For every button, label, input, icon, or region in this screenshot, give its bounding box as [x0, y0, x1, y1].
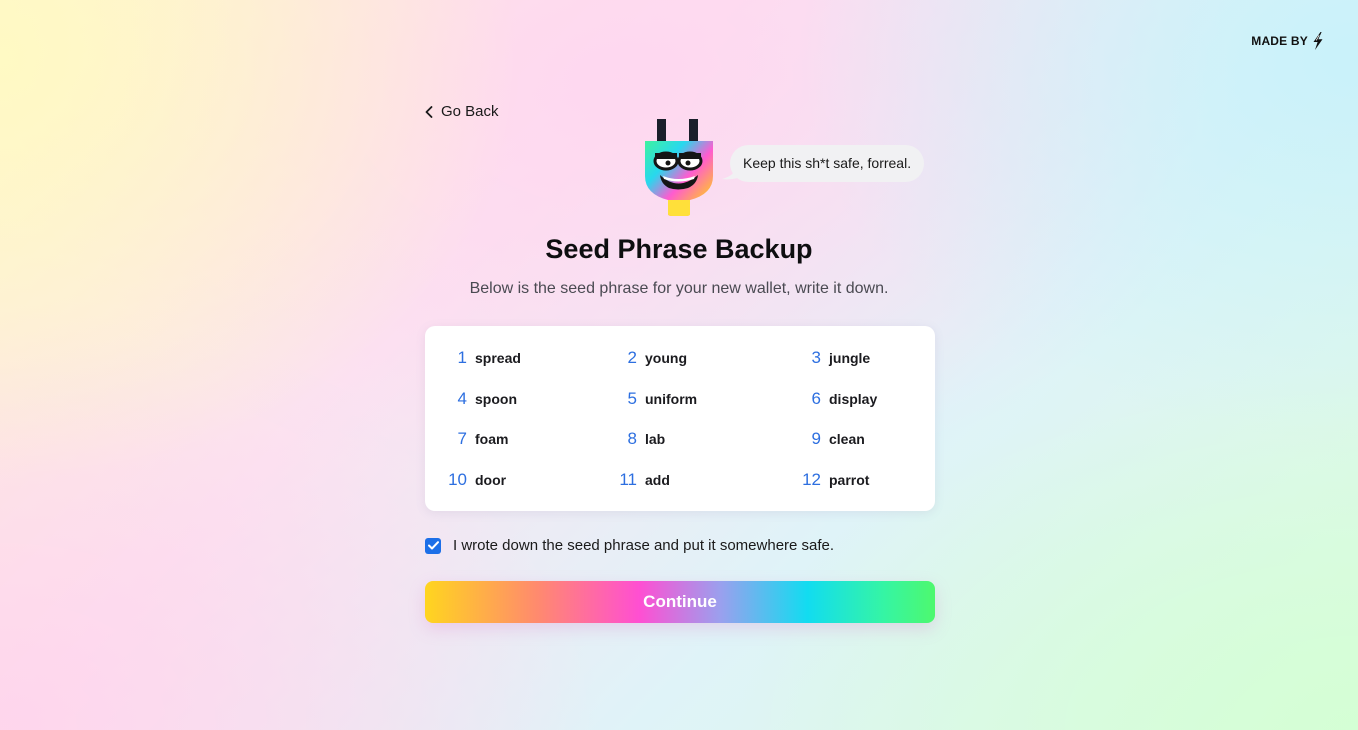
seed-word-2: 2 young [595, 348, 687, 370]
seed-word-text: clean [829, 431, 865, 447]
seed-word-index: 11 [619, 470, 637, 489]
made-by-badge[interactable]: MADE BY [1251, 32, 1324, 50]
seed-word-text: spoon [475, 391, 517, 407]
seed-word-text: door [475, 472, 507, 488]
seed-word-index: 6 [811, 389, 821, 408]
seed-word-index: 2 [627, 348, 637, 367]
seed-word-8: 8 lab [595, 429, 666, 451]
seed-word-index: 5 [627, 389, 637, 408]
plug-mascot-icon [645, 119, 713, 216]
confirmation-label[interactable]: I wrote down the seed phrase and put it … [453, 537, 834, 554]
seed-word-index: 3 [811, 348, 821, 367]
seed-word-text: display [829, 391, 878, 407]
seed-word-9: 9 clean [779, 429, 865, 451]
speech-bubble: Keep this sh*t safe, forreal. [730, 145, 925, 182]
continue-button[interactable]: Continue [425, 581, 935, 623]
seed-word-text: lab [645, 431, 666, 447]
seed-word-text: jungle [829, 350, 871, 366]
seed-word-text: parrot [829, 472, 870, 488]
seed-word-index: 8 [627, 429, 637, 448]
seed-word-10: 10 door [425, 470, 506, 492]
seed-word-text: uniform [645, 391, 698, 407]
chevron-left-icon [425, 105, 433, 118]
seed-word-5: 5 uniform [595, 389, 698, 411]
seed-word-7: 7 foam [425, 429, 509, 451]
page-subtitle: Below is the seed phrase for your new wa… [469, 280, 889, 297]
seed-word-text: foam [475, 431, 509, 447]
made-by-label: MADE BY [1251, 34, 1308, 48]
seed-word-index: 9 [811, 429, 821, 448]
go-back-link[interactable]: Go Back [425, 103, 499, 120]
seed-word-index: 7 [457, 429, 467, 448]
checkmark-icon [427, 541, 439, 550]
seed-word-text: spread [475, 350, 521, 366]
confirmation-row: I wrote down the seed phrase and put it … [425, 537, 834, 554]
seed-word-text: young [645, 350, 687, 366]
lightning-bolt-icon [1313, 32, 1323, 50]
seed-word-4: 4 spoon [425, 389, 517, 411]
seed-backup-page: MADE BY Go Back Keep this sh*t safe, for… [0, 0, 1358, 730]
seed-word-6: 6 display [779, 389, 878, 411]
seed-word-index: 1 [457, 348, 467, 367]
seed-word-index: 10 [448, 470, 467, 489]
go-back-label: Go Back [441, 103, 499, 120]
seed-word-1: 1 spread [425, 348, 521, 370]
seed-phrase-card: 1 spread 2 young 3 jungle 4 spoon 5 unif… [425, 326, 935, 511]
seed-word-index: 4 [457, 389, 467, 408]
seed-word-text: add [645, 472, 670, 488]
seed-word-3: 3 jungle [779, 348, 871, 370]
confirmation-checkbox[interactable] [425, 537, 441, 554]
seed-word-11: 11 add [595, 470, 670, 492]
seed-word-12: 12 parrot [779, 470, 869, 492]
page-title: Seed Phrase Backup [545, 234, 813, 264]
seed-word-index: 12 [802, 470, 821, 489]
